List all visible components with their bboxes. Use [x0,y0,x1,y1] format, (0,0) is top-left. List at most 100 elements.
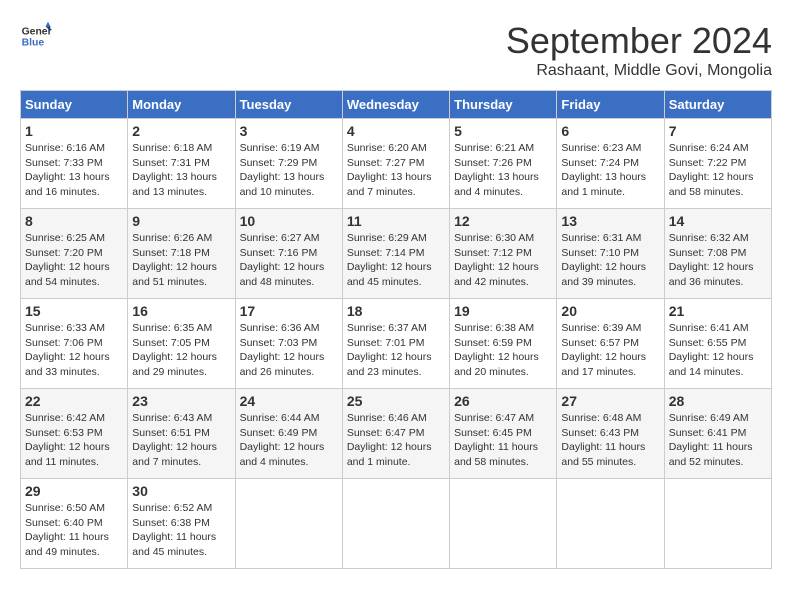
calendar-cell: 30Sunrise: 6:52 AMSunset: 6:38 PMDayligh… [128,479,235,569]
title-section: September 2024 Rashaant, Middle Govi, Mo… [506,20,772,80]
calendar-cell: 16Sunrise: 6:35 AMSunset: 7:05 PMDayligh… [128,299,235,389]
day-info: Sunrise: 6:52 AMSunset: 6:38 PMDaylight:… [132,501,230,560]
day-info: Sunrise: 6:41 AMSunset: 6:55 PMDaylight:… [669,321,767,380]
day-info: Sunrise: 6:18 AMSunset: 7:31 PMDaylight:… [132,141,230,200]
day-info: Sunrise: 6:31 AMSunset: 7:10 PMDaylight:… [561,231,659,290]
calendar-cell: 13 Sunrise: 6:31 AMSunset: 7:10 PMDayligh… [557,209,664,299]
logo-icon: General Blue [20,20,52,52]
day-number: 18 [347,303,445,319]
calendar-cell: 12 Sunrise: 6:30 AMSunset: 7:12 PMDayligh… [450,209,557,299]
day-number: 11 [347,213,445,229]
calendar-cell: 27 Sunrise: 6:48 AMSunset: 6:43 PMDayligh… [557,389,664,479]
calendar-cell: 7Sunrise: 6:24 AMSunset: 7:22 PMDaylight… [664,119,771,209]
svg-text:Blue: Blue [22,38,45,49]
header-wednesday: Wednesday [342,91,449,119]
day-number: 2 [132,123,230,139]
day-info: Sunrise: 6:38 AMSunset: 6:59 PMDaylight:… [454,321,552,380]
day-info: Sunrise: 6:46 AMSunset: 6:47 PMDaylight:… [347,411,445,470]
day-info: Sunrise: 6:23 AMSunset: 7:24 PMDaylight:… [561,141,659,200]
day-info: Sunrise: 6:26 AMSunset: 7:18 PMDaylight:… [132,231,230,290]
calendar-cell: 24 Sunrise: 6:44 AMSunset: 6:49 PMDayligh… [235,389,342,479]
day-number: 20 [561,303,659,319]
day-number: 9 [132,213,230,229]
calendar-cell: 1 Sunrise: 6:16 AMSunset: 7:33 PMDaylight… [21,119,128,209]
day-info: Sunrise: 6:21 AMSunset: 7:26 PMDaylight:… [454,141,552,200]
day-number: 4 [347,123,445,139]
day-number: 17 [240,303,338,319]
day-info: Sunrise: 6:43 AMSunset: 6:51 PMDaylight:… [132,411,230,470]
calendar-header: Sunday Monday Tuesday Wednesday Thursday… [21,91,772,119]
calendar-cell: 22Sunrise: 6:42 AMSunset: 6:53 PMDayligh… [21,389,128,479]
calendar-title: September 2024 [506,20,772,62]
calendar-cell [450,479,557,569]
day-number: 26 [454,393,552,409]
header-saturday: Saturday [664,91,771,119]
day-info: Sunrise: 6:49 AMSunset: 6:41 PMDaylight:… [669,411,767,470]
day-info: Sunrise: 6:29 AMSunset: 7:14 PMDaylight:… [347,231,445,290]
calendar-cell: 9 Sunrise: 6:26 AMSunset: 7:18 PMDaylight… [128,209,235,299]
day-number: 19 [454,303,552,319]
day-number: 15 [25,303,123,319]
calendar-week-2: 8 Sunrise: 6:25 AMSunset: 7:20 PMDaylight… [21,209,772,299]
calendar-cell: 6 Sunrise: 6:23 AMSunset: 7:24 PMDaylight… [557,119,664,209]
day-info: Sunrise: 6:25 AMSunset: 7:20 PMDaylight:… [25,231,123,290]
calendar-subtitle: Rashaant, Middle Govi, Mongolia [506,62,772,80]
header-row: Sunday Monday Tuesday Wednesday Thursday… [21,91,772,119]
logo: General Blue [20,20,52,52]
day-number: 27 [561,393,659,409]
day-info: Sunrise: 6:50 AMSunset: 6:40 PMDaylight:… [25,501,123,560]
day-info: Sunrise: 6:37 AMSunset: 7:01 PMDaylight:… [347,321,445,380]
day-number: 10 [240,213,338,229]
day-number: 22 [25,393,123,409]
calendar-cell: 23 Sunrise: 6:43 AMSunset: 6:51 PMDayligh… [128,389,235,479]
day-info: Sunrise: 6:39 AMSunset: 6:57 PMDaylight:… [561,321,659,380]
header-friday: Friday [557,91,664,119]
day-info: Sunrise: 6:48 AMSunset: 6:43 PMDaylight:… [561,411,659,470]
day-number: 16 [132,303,230,319]
header-thursday: Thursday [450,91,557,119]
calendar-cell: 3 Sunrise: 6:19 AMSunset: 7:29 PMDaylight… [235,119,342,209]
day-number: 1 [25,123,123,139]
calendar-cell: 21Sunrise: 6:41 AMSunset: 6:55 PMDayligh… [664,299,771,389]
calendar-body: 1 Sunrise: 6:16 AMSunset: 7:33 PMDaylight… [21,119,772,569]
calendar-week-4: 22Sunrise: 6:42 AMSunset: 6:53 PMDayligh… [21,389,772,479]
day-number: 12 [454,213,552,229]
day-info: Sunrise: 6:27 AMSunset: 7:16 PMDaylight:… [240,231,338,290]
calendar-cell: 29Sunrise: 6:50 AMSunset: 6:40 PMDayligh… [21,479,128,569]
calendar-cell [235,479,342,569]
day-number: 23 [132,393,230,409]
day-number: 28 [669,393,767,409]
calendar-cell: 10 Sunrise: 6:27 AMSunset: 7:16 PMDayligh… [235,209,342,299]
day-number: 13 [561,213,659,229]
day-info: Sunrise: 6:19 AMSunset: 7:29 PMDaylight:… [240,141,338,200]
day-info: Sunrise: 6:20 AMSunset: 7:27 PMDaylight:… [347,141,445,200]
day-number: 5 [454,123,552,139]
day-info: Sunrise: 6:33 AMSunset: 7:06 PMDaylight:… [25,321,123,380]
page-header: General Blue September 2024 Rashaant, Mi… [20,20,772,80]
header-sunday: Sunday [21,91,128,119]
calendar-week-5: 29Sunrise: 6:50 AMSunset: 6:40 PMDayligh… [21,479,772,569]
calendar-week-3: 15 Sunrise: 6:33 AMSunset: 7:06 PMDayligh… [21,299,772,389]
calendar-cell: 17 Sunrise: 6:36 AMSunset: 7:03 PMDayligh… [235,299,342,389]
calendar-cell: 25Sunrise: 6:46 AMSunset: 6:47 PMDayligh… [342,389,449,479]
calendar-cell [664,479,771,569]
day-info: Sunrise: 6:16 AMSunset: 7:33 PMDaylight:… [25,141,123,200]
calendar-cell: 28 Sunrise: 6:49 AMSunset: 6:41 PMDayligh… [664,389,771,479]
calendar-cell: 2 Sunrise: 6:18 AMSunset: 7:31 PMDaylight… [128,119,235,209]
calendar-cell: 11 Sunrise: 6:29 AMSunset: 7:14 PMDayligh… [342,209,449,299]
day-number: 24 [240,393,338,409]
day-number: 6 [561,123,659,139]
day-info: Sunrise: 6:30 AMSunset: 7:12 PMDaylight:… [454,231,552,290]
day-number: 8 [25,213,123,229]
calendar-cell: 20 Sunrise: 6:39 AMSunset: 6:57 PMDayligh… [557,299,664,389]
calendar-cell: 4 Sunrise: 6:20 AMSunset: 7:27 PMDaylight… [342,119,449,209]
day-info: Sunrise: 6:36 AMSunset: 7:03 PMDaylight:… [240,321,338,380]
calendar-cell: 8 Sunrise: 6:25 AMSunset: 7:20 PMDaylight… [21,209,128,299]
day-info: Sunrise: 6:44 AMSunset: 6:49 PMDaylight:… [240,411,338,470]
calendar-cell: 5 Sunrise: 6:21 AMSunset: 7:26 PMDaylight… [450,119,557,209]
day-number: 7 [669,123,767,139]
calendar-cell: 19 Sunrise: 6:38 AMSunset: 6:59 PMDayligh… [450,299,557,389]
calendar-cell [557,479,664,569]
day-number: 14 [669,213,767,229]
day-number: 3 [240,123,338,139]
